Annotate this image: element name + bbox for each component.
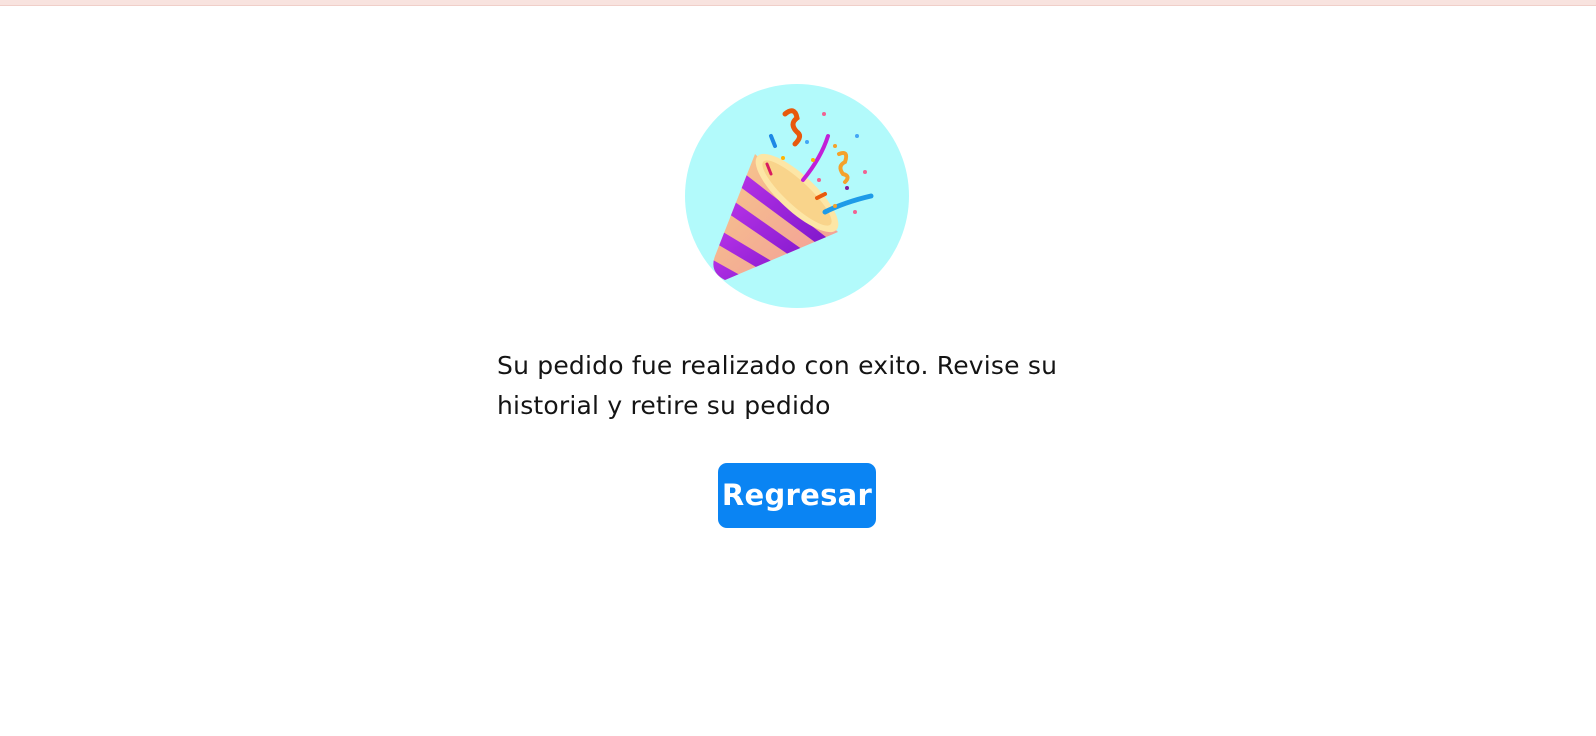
back-button[interactable]: Regresar: [718, 463, 876, 528]
success-message-line-1: Su pedido fue realizado con exito. Revis…: [497, 351, 1058, 380]
success-message: Su pedido fue realizado con exito. Revis…: [497, 346, 1117, 426]
party-popper-icon: [685, 84, 909, 308]
success-message-line-2: historial y retire su pedido: [497, 391, 831, 420]
order-success-page: Su pedido fue realizado con exito. Revis…: [0, 0, 1596, 736]
